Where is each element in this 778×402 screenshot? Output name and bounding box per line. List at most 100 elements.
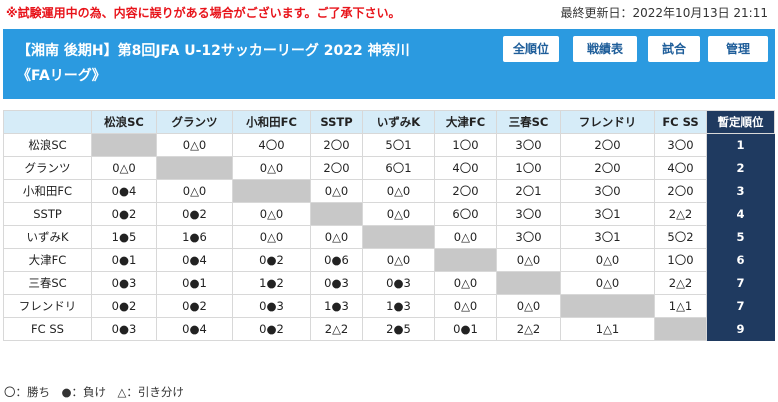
result-cell[interactable]: 3〇1: [560, 225, 655, 249]
result-cell[interactable]: 2〇0: [560, 133, 655, 157]
result-cell[interactable]: 0●4: [156, 248, 233, 272]
results-table: 松浪SC グランツ 小和田FC SSTP いずみK 大津FC 三春SC フレンドリ FC SS 暫…: [3, 110, 775, 341]
result-cell[interactable]: 2△2: [654, 202, 707, 226]
result-cell[interactable]: 1●6: [156, 225, 233, 249]
result-cell[interactable]: 2△2: [496, 317, 561, 341]
row-team-name[interactable]: 小和田FC: [3, 179, 92, 203]
result-cell[interactable]: 0●3: [362, 271, 435, 295]
result-cell[interactable]: 1〇0: [654, 248, 707, 272]
result-cell[interactable]: 0●3: [91, 271, 157, 295]
result-cell[interactable]: 2〇0: [310, 133, 363, 157]
column-header[interactable]: 三春SC: [496, 110, 561, 134]
row-team-name[interactable]: いずみK: [3, 225, 92, 249]
results-table-button[interactable]: 戦績表: [573, 36, 637, 62]
matches-button[interactable]: 試合: [648, 36, 700, 62]
result-cell[interactable]: 0△0: [362, 248, 435, 272]
result-cell[interactable]: 0△0: [156, 179, 233, 203]
result-cell[interactable]: 1〇0: [434, 133, 497, 157]
result-cell[interactable]: 6〇1: [362, 156, 435, 180]
row-team-name[interactable]: 松浪SC: [3, 133, 92, 157]
result-cell[interactable]: 3〇0: [496, 133, 561, 157]
row-team-name[interactable]: SSTP: [3, 202, 92, 226]
result-cell[interactable]: 1●2: [232, 271, 311, 295]
result-cell[interactable]: 2△2: [310, 317, 363, 341]
result-cell[interactable]: 0△0: [434, 271, 497, 295]
result-cell[interactable]: 1●3: [362, 294, 435, 318]
result-cell[interactable]: 5〇1: [362, 133, 435, 157]
all-rankings-button[interactable]: 全順位: [503, 36, 559, 62]
result-cell[interactable]: 2〇0: [434, 179, 497, 203]
result-cell[interactable]: 0△0: [496, 248, 561, 272]
rank-cell: 2: [706, 156, 775, 180]
column-header[interactable]: 小和田FC: [232, 110, 311, 134]
result-cell[interactable]: 0△0: [560, 248, 655, 272]
result-cell[interactable]: 0△0: [434, 225, 497, 249]
result-cell[interactable]: 2●5: [362, 317, 435, 341]
admin-button[interactable]: 管理: [708, 36, 768, 62]
result-cell[interactable]: 0△0: [362, 202, 435, 226]
result-cell[interactable]: 0●3: [232, 294, 311, 318]
result-cell[interactable]: 0△0: [232, 156, 311, 180]
result-cell[interactable]: 2〇1: [496, 179, 561, 203]
result-cell[interactable]: 3〇0: [560, 179, 655, 203]
column-header[interactable]: SSTP: [310, 110, 363, 134]
result-cell[interactable]: 3〇1: [560, 202, 655, 226]
result-cell[interactable]: 0●4: [156, 317, 233, 341]
result-cell[interactable]: 3〇0: [496, 202, 561, 226]
result-cell[interactable]: 0△0: [232, 225, 311, 249]
result-cell[interactable]: 4〇0: [232, 133, 311, 157]
result-cell[interactable]: 0●2: [156, 294, 233, 318]
row-team-name[interactable]: フレンドリ: [3, 294, 92, 318]
result-cell[interactable]: 0●1: [91, 248, 157, 272]
self-match-cell: [156, 156, 233, 180]
result-cell[interactable]: 0●1: [156, 271, 233, 295]
result-cell[interactable]: 0●2: [232, 248, 311, 272]
column-header[interactable]: 松浪SC: [91, 110, 157, 134]
result-cell[interactable]: 0●2: [91, 202, 157, 226]
row-team-name[interactable]: 大津FC: [3, 248, 92, 272]
result-cell[interactable]: 0△0: [156, 133, 233, 157]
column-header[interactable]: 大津FC: [434, 110, 497, 134]
result-cell[interactable]: 0△0: [232, 202, 311, 226]
column-header[interactable]: いずみK: [362, 110, 435, 134]
column-header[interactable]: グランツ: [156, 110, 233, 134]
result-cell[interactable]: 0●2: [156, 202, 233, 226]
result-cell[interactable]: 0●4: [91, 179, 157, 203]
result-cell[interactable]: 0△0: [560, 271, 655, 295]
result-cell[interactable]: 4〇0: [654, 156, 707, 180]
result-cell[interactable]: 5〇2: [654, 225, 707, 249]
result-cell[interactable]: 2△2: [654, 271, 707, 295]
self-match-cell: [362, 225, 435, 249]
result-cell[interactable]: 0●1: [434, 317, 497, 341]
result-cell[interactable]: 0△0: [362, 179, 435, 203]
row-team-name[interactable]: 三春SC: [3, 271, 92, 295]
result-cell[interactable]: 0△0: [496, 294, 561, 318]
result-cell[interactable]: 1●5: [91, 225, 157, 249]
result-cell[interactable]: 3〇0: [654, 133, 707, 157]
rank-header: 暫定順位: [706, 110, 775, 134]
result-cell[interactable]: 0●2: [91, 294, 157, 318]
result-cell[interactable]: 0●3: [310, 271, 363, 295]
result-cell[interactable]: 0●6: [310, 248, 363, 272]
result-cell[interactable]: 2〇0: [310, 156, 363, 180]
result-cell[interactable]: 1〇0: [496, 156, 561, 180]
result-cell[interactable]: 0△0: [434, 294, 497, 318]
result-cell[interactable]: 3〇0: [496, 225, 561, 249]
result-cell[interactable]: 0△0: [310, 179, 363, 203]
row-team-name[interactable]: グランツ: [3, 156, 92, 180]
result-cell[interactable]: 2〇0: [560, 156, 655, 180]
result-cell[interactable]: 1△1: [654, 294, 707, 318]
table-row: 松浪SC 0△0 4〇0 2〇0 5〇1 1〇0 3〇0 2〇0 3〇0 1: [3, 133, 775, 157]
column-header[interactable]: FC SS: [654, 110, 707, 134]
result-cell[interactable]: 0●2: [232, 317, 311, 341]
result-cell[interactable]: 1△1: [560, 317, 655, 341]
column-header[interactable]: フレンドリ: [560, 110, 655, 134]
result-cell[interactable]: 2〇0: [654, 179, 707, 203]
result-cell[interactable]: 1●3: [310, 294, 363, 318]
result-cell[interactable]: 4〇0: [434, 156, 497, 180]
result-cell[interactable]: 0△0: [310, 225, 363, 249]
row-team-name[interactable]: FC SS: [3, 317, 92, 341]
result-cell[interactable]: 0△0: [91, 156, 157, 180]
result-cell[interactable]: 6〇0: [434, 202, 497, 226]
result-cell[interactable]: 0●3: [91, 317, 157, 341]
